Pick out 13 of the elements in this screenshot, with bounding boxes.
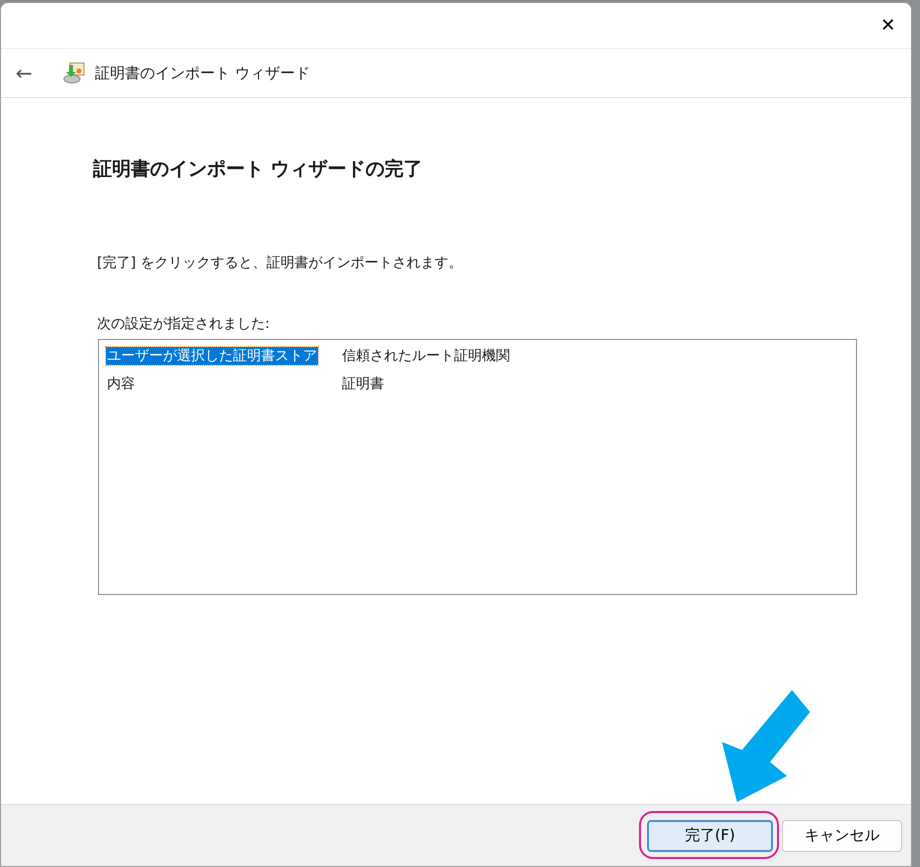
back-button[interactable]: ←	[11, 58, 37, 88]
window-title: 証明書のインポート ウィザード	[95, 62, 310, 84]
item-value: 証明書	[342, 375, 384, 394]
instruction-text: [完了] をクリックすると、証明書がインポートされます。	[97, 254, 464, 273]
list-item[interactable]: 内容	[106, 375, 136, 394]
list-item[interactable]: ユーザーが選択した証明書ストア	[106, 347, 318, 366]
cancel-button[interactable]: キャンセル	[782, 820, 902, 852]
page-heading: 証明書のインポート ウィザードの完了	[93, 158, 424, 181]
finish-button[interactable]: 完了(F)	[647, 820, 773, 852]
close-button[interactable]: ✕	[865, 3, 911, 48]
item-value: 信頼されたルート証明機関	[342, 347, 510, 366]
settings-label: 次の設定が指定されました:	[97, 314, 271, 334]
certificate-icon	[63, 62, 85, 84]
